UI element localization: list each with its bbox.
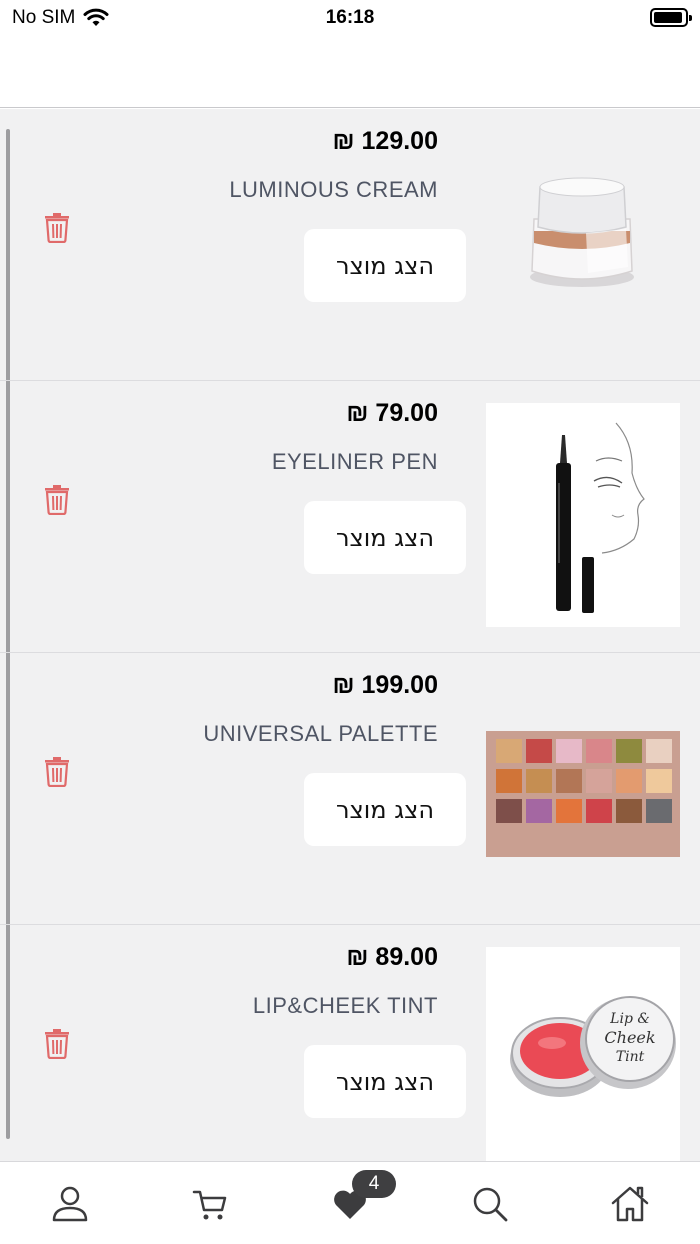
show-product-button[interactable]: הצג מוצר: [304, 501, 466, 574]
tab-bar: 4: [0, 1161, 700, 1244]
svg-text:Tint: Tint: [616, 1049, 645, 1065]
wishlist-count-badge: 4: [352, 1170, 396, 1198]
status-bar: No SIM 16:18: [0, 0, 700, 36]
list-item: ₪ 89.00 LIP&CHEEK TINT הצג מוצר Lip & Ch…: [0, 925, 700, 1161]
item-name: LUMINOUS CREAM: [229, 177, 438, 202]
item-price: ₪ 89.00: [346, 943, 438, 971]
svg-text:Lip &: Lip &: [609, 1011, 650, 1027]
item-name: LIP&CHEEK TINT: [252, 993, 438, 1018]
trash-icon[interactable]: [44, 483, 70, 515]
list-item: ₪ 129.00 LUMINOUS CREAM הצג מוצר: [0, 109, 700, 381]
show-product-button[interactable]: הצג מוצר: [304, 229, 466, 302]
item-price: ₪ 129.00: [332, 127, 438, 155]
show-product-button[interactable]: הצג מוצר: [304, 1045, 466, 1118]
trash-icon[interactable]: [44, 211, 70, 243]
svg-text:Cheek: Cheek: [604, 1028, 655, 1047]
cart-icon: [192, 1190, 227, 1220]
product-image-cream[interactable]: [486, 131, 680, 355]
item-name: EYELINER PEN: [271, 449, 438, 474]
product-image-eyeliner[interactable]: [486, 403, 680, 627]
item-price: ₪ 199.00: [332, 671, 438, 699]
item-price: ₪ 79.00: [346, 399, 438, 427]
tab-search[interactable]: [468, 1182, 512, 1226]
wishlist-list[interactable]: ₪ 129.00 LUMINOUS CREAM הצג מוצר ₪ 79.00…: [0, 109, 700, 1161]
trash-icon[interactable]: [44, 755, 70, 787]
battery-icon: [650, 8, 692, 27]
list-item: ₪ 79.00 EYELINER PEN הצג מוצר: [0, 381, 700, 653]
search-icon: [473, 1187, 508, 1222]
profile-icon: [52, 1186, 88, 1222]
home-icon: [611, 1186, 649, 1222]
item-name: UNIVERSAL PALETTE: [203, 721, 438, 746]
product-image-tint[interactable]: Lip & Cheek Tint: [486, 947, 680, 1161]
trash-icon[interactable]: [44, 1027, 70, 1059]
navigation-header: [0, 36, 700, 108]
tab-home[interactable]: [608, 1182, 652, 1226]
list-item: ₪ 199.00 UNIVERSAL PALETTE הצג מוצר: [0, 653, 700, 925]
show-product-button[interactable]: הצג מוצר: [304, 773, 466, 846]
tab-cart[interactable]: [188, 1182, 232, 1226]
product-image-palette[interactable]: [486, 675, 680, 899]
tab-profile[interactable]: [48, 1182, 92, 1226]
clock: 16:18: [325, 7, 375, 28]
